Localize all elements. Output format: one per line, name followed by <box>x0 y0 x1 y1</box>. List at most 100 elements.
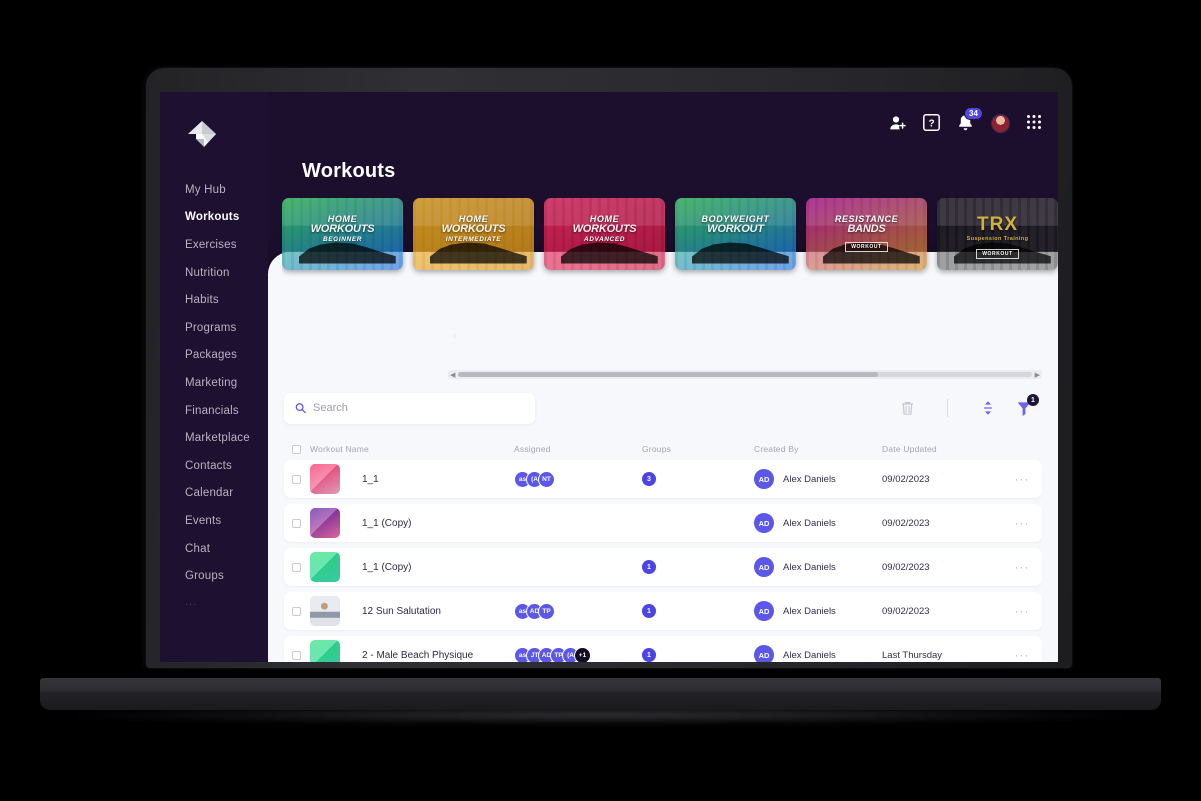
apps-grid-icon[interactable] <box>1026 114 1044 132</box>
sidebar-item-programs[interactable]: Programs <box>160 314 268 342</box>
scrollbar-thumb[interactable] <box>458 372 878 377</box>
creator-name-label: Alex Daniels <box>783 605 836 617</box>
sidebar-item-nutrition[interactable]: Nutrition <box>160 259 268 287</box>
workout-thumbnail[interactable] <box>310 640 340 662</box>
cell-created-by: AD Alex Daniels <box>754 513 882 533</box>
select-all-cell <box>284 444 310 454</box>
origami-arrow-logo-icon <box>188 121 216 147</box>
help-icon[interactable]: ? <box>923 114 941 132</box>
card-text: HOME WORKOUTS ADVANCED <box>544 214 665 243</box>
table-row[interactable]: 12 Sun Salutation as AD TP 1 AD Alex Daniels 09… <box>284 592 1042 630</box>
creator-avatar: AD <box>754 601 774 621</box>
card-text: TRX Suspension Training WORKOUT <box>937 214 1058 260</box>
sidebar-item-my-hub[interactable]: My Hub <box>160 176 268 204</box>
date-updated-label: 09/02/2023 <box>882 517 930 529</box>
top-bar: ? 34 <box>268 92 1058 154</box>
page-title: Workouts <box>302 160 396 182</box>
row-checkbox[interactable] <box>292 562 301 572</box>
app-window: My Hub Workouts Exercises Nutrition Habits Pr… <box>160 92 1058 662</box>
carousel-card[interactable]: RESISTANCE BANDS WORKOUT <box>806 198 927 270</box>
table-row[interactable]: 2 - Male Beach Physique as JT AD TP (A +1 1 AD Al… <box>284 636 1042 662</box>
sidebar-item-groups[interactable]: Groups <box>160 562 268 590</box>
notification-badge: 34 <box>964 107 983 120</box>
header-assigned[interactable]: Assigned <box>514 444 642 454</box>
groups-badge[interactable]: 1 <box>642 604 656 618</box>
cell-created-by: AD Alex Daniels <box>754 469 882 489</box>
row-checkbox[interactable] <box>292 518 301 528</box>
sidebar-item-packages[interactable]: Packages <box>160 342 268 370</box>
row-more-icon[interactable]: ··· <box>1015 560 1030 574</box>
carousel-card[interactable]: HOME WORKOUTS BEGINNER <box>282 198 403 270</box>
delete-button[interactable] <box>889 395 925 421</box>
search-box[interactable] <box>284 392 535 424</box>
cell-date-updated: 09/02/2023 <box>882 474 1002 485</box>
header-date-updated[interactable]: Date Updated <box>882 444 1002 454</box>
add-user-icon[interactable] <box>889 114 907 132</box>
assigned-avatar[interactable]: NT <box>538 470 555 488</box>
sidebar-item-habits[interactable]: Habits <box>160 286 268 314</box>
row-more-icon[interactable]: ··· <box>1015 472 1030 486</box>
select-all-checkbox[interactable] <box>292 444 301 454</box>
cell-date-updated: 09/02/2023 <box>882 518 1002 529</box>
table-row[interactable]: 1_1 (Copy) 1 AD Alex Daniels 09/02/2023 ··· <box>284 548 1042 586</box>
carousel-horizontal-scrollbar[interactable]: ◀ ▶ <box>448 370 1042 379</box>
row-more-icon[interactable]: ··· <box>1015 604 1030 618</box>
assigned-avatar[interactable]: TP <box>538 602 555 620</box>
groups-badge[interactable]: 1 <box>642 648 656 662</box>
assigned-avatar-overflow[interactable]: +1 <box>574 646 591 662</box>
sort-button[interactable] <box>970 395 1006 421</box>
date-updated-label: 09/02/2023 <box>882 605 930 617</box>
carousel-card[interactable]: HOME WORKOUTS ADVANCED <box>544 198 665 270</box>
sidebar-more-indicator[interactable]: ... <box>160 590 268 608</box>
cell-date-updated: 09/02/2023 <box>882 606 1002 617</box>
thumbnail-fold <box>310 508 340 538</box>
row-checkbox[interactable] <box>292 474 301 484</box>
workout-thumbnail[interactable] <box>310 508 340 538</box>
sidebar-item-calendar[interactable]: Calendar <box>160 480 268 508</box>
row-more-icon[interactable]: ··· <box>1015 648 1030 662</box>
user-avatar[interactable] <box>991 113 1010 133</box>
carousel-card[interactable]: TRX Suspension Training WORKOUT <box>937 198 1058 270</box>
notifications-bell-icon[interactable]: 34 <box>957 107 983 132</box>
workout-thumbnail[interactable] <box>310 552 340 582</box>
workout-thumbnail[interactable] <box>310 596 340 626</box>
groups-badge[interactable]: 3 <box>642 472 656 486</box>
screenshot-stage: My Hub Workouts Exercises Nutrition Habits Pr… <box>0 0 1201 801</box>
carousel-card[interactable]: HOME WORKOUTS INTERMEDIATE <box>413 198 534 270</box>
carousel-prev-icon[interactable]: ‹ <box>446 326 464 344</box>
groups-badge[interactable]: 1 <box>642 560 656 574</box>
filter-button[interactable]: 1 <box>1006 394 1042 421</box>
cell-actions: ··· <box>1002 648 1042 662</box>
cell-assigned: as JT AD TP (A +1 <box>514 646 642 662</box>
card-line-2: WORKOUTS <box>441 222 506 235</box>
row-more-icon[interactable]: ··· <box>1015 516 1030 530</box>
table-row[interactable]: 1_1 (Copy) AD Alex Daniels 09/02/2023 ··· <box>284 504 1042 542</box>
cell-workout-name: 1_1 <box>310 464 514 494</box>
sidebar-item-marketplace[interactable]: Marketplace <box>160 424 268 452</box>
app-logo[interactable] <box>160 104 268 166</box>
workout-category-carousel[interactable]: HOME WORKOUTS BEGINNER HOME WORKOUTS INTERMED… <box>282 198 1058 280</box>
sidebar-item-marketing[interactable]: Marketing <box>160 369 268 397</box>
header-created-by[interactable]: Created By <box>754 444 882 454</box>
workout-thumbnail[interactable] <box>310 464 340 494</box>
sidebar-item-contacts[interactable]: Contacts <box>160 452 268 480</box>
workouts-table: Workout Name Assigned Groups Created By … <box>284 438 1042 662</box>
table-row[interactable]: 1_1 as (A NT 3 AD Alex Daniels 09/02/2023 ··· <box>284 460 1042 498</box>
row-checkbox[interactable] <box>292 606 301 616</box>
sidebar: My Hub Workouts Exercises Nutrition Habits Pr… <box>160 92 268 662</box>
header-workout-name[interactable]: Workout Name <box>310 444 514 454</box>
sidebar-item-chat[interactable]: Chat <box>160 535 268 563</box>
carousel-card[interactable]: BODYWEIGHT WORKOUT <box>675 198 796 270</box>
scroll-left-arrow-icon[interactable]: ◀ <box>450 371 455 379</box>
header-groups[interactable]: Groups <box>642 444 754 454</box>
scroll-right-arrow-icon[interactable]: ▶ <box>1035 371 1040 379</box>
row-checkbox[interactable] <box>292 650 301 660</box>
card-line-1: TRX <box>977 213 1018 235</box>
sidebar-item-financials[interactable]: Financials <box>160 397 268 425</box>
sidebar-item-workouts[interactable]: Workouts <box>160 204 268 232</box>
creator-avatar: AD <box>754 645 774 662</box>
search-input[interactable] <box>313 402 524 414</box>
sidebar-item-events[interactable]: Events <box>160 507 268 535</box>
filter-badge: 1 <box>1027 394 1039 406</box>
sidebar-item-exercises[interactable]: Exercises <box>160 231 268 259</box>
